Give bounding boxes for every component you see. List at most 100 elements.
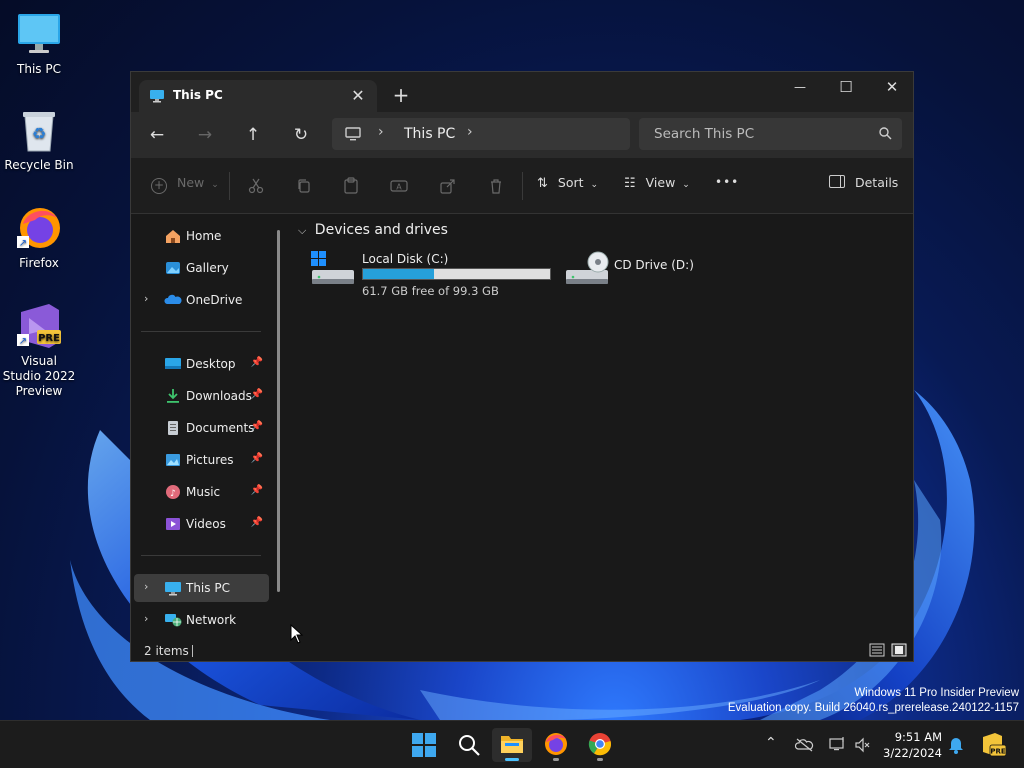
sidebar-scrollbar[interactable] [277, 230, 280, 592]
pin-icon[interactable]: 📌 [251, 389, 263, 400]
system-clock[interactable]: 9:51 AM 3/22/2024 [883, 729, 942, 761]
taskbar-file-explorer[interactable] [492, 728, 532, 762]
sidebar-item-label: Network [186, 613, 237, 627]
sidebar-item-desktop[interactable]: Desktop 📌 [134, 350, 269, 378]
more-options-button[interactable]: ••• [715, 175, 739, 189]
sidebar-item-pictures[interactable]: Pictures 📌 [134, 446, 269, 474]
network-status-icon[interactable] [828, 736, 846, 754]
breadcrumb-this-pc[interactable]: This PC [404, 126, 455, 142]
status-bar: 2 items [131, 638, 913, 661]
desktop-icon-visual-studio[interactable]: PRE ↗ Visual Studio 2022 Preview [1, 302, 77, 399]
drive-local-disk-c[interactable]: Local Disk (C:) 61.7 GB free of 99.3 GB [310, 250, 555, 300]
drive-name: CD Drive (D:) [614, 258, 694, 272]
tab-this-pc[interactable]: This PC ✕ [139, 80, 377, 112]
back-button[interactable]: ← [143, 122, 171, 148]
sidebar-item-music[interactable]: ♪ Music 📌 [134, 478, 269, 506]
command-bar: + New ⌄ A ⇅ Sort ⌄ ☷ View ⌄ ••• Details [131, 158, 913, 214]
up-button[interactable]: ↑ [239, 122, 267, 148]
new-tab-button[interactable]: + [389, 84, 413, 108]
pin-icon[interactable]: 📌 [251, 485, 263, 496]
monitor-icon [150, 90, 164, 103]
copy-icon[interactable] [296, 178, 312, 194]
cd-drive-icon [566, 251, 609, 284]
insider-preview-tray-icon[interactable]: PRE [980, 732, 1007, 758]
search-icon [459, 735, 480, 756]
recycle-bin-icon: ♻ [15, 106, 63, 154]
details-view-icon[interactable] [869, 643, 885, 657]
toolbar-divider [522, 172, 523, 200]
forward-button[interactable]: → [191, 122, 219, 148]
monitor-icon [345, 127, 361, 141]
pictures-icon [166, 454, 180, 466]
refresh-button[interactable]: ↻ [287, 122, 315, 148]
sidebar-item-label: Videos [186, 517, 226, 531]
sidebar-item-downloads[interactable]: Downloads 📌 [134, 382, 269, 410]
desktop-icon-this-pc[interactable]: This PC [1, 10, 77, 77]
sort-button[interactable]: ⇅ Sort ⌄ [537, 175, 598, 191]
maximize-button[interactable]: ☐ [823, 72, 869, 104]
content-pane: ⌵ Devices and drives Local Disk (C:) 61.… [288, 214, 913, 631]
search-taskbar-button[interactable] [448, 728, 488, 762]
close-button[interactable]: ✕ [869, 72, 913, 104]
music-icon: ♪ [166, 485, 180, 499]
chrome-icon [588, 733, 612, 756]
running-indicator [597, 758, 603, 761]
chevron-right-icon[interactable]: › [144, 612, 148, 625]
pin-icon[interactable]: 📌 [251, 357, 263, 368]
sidebar-item-documents[interactable]: Documents 📌 [134, 414, 269, 442]
item-count: 2 items [144, 644, 189, 658]
pin-icon[interactable]: 📌 [251, 453, 263, 464]
sort-icon: ⇅ [537, 176, 548, 191]
taskbar-chrome[interactable] [580, 728, 620, 762]
plus-circle-icon: + [151, 178, 167, 194]
sidebar-item-label: Desktop [186, 357, 236, 371]
sidebar-item-this-pc[interactable]: › This PC [134, 574, 269, 602]
sidebar-item-videos[interactable]: Videos 📌 [134, 510, 269, 538]
drive-cd-drive-d[interactable]: CD Drive (D:) [564, 250, 724, 300]
onedrive-icon [164, 294, 182, 304]
taskbar-firefox[interactable] [536, 728, 576, 762]
search-box[interactable]: Search This PC [639, 118, 902, 150]
sidebar-item-label: Home [186, 229, 222, 243]
tab-close-icon[interactable]: ✕ [347, 85, 369, 107]
notification-bell-icon[interactable] [947, 735, 965, 755]
delete-icon[interactable] [488, 178, 504, 194]
large-icons-view-icon[interactable] [891, 643, 907, 657]
monitor-icon [165, 582, 181, 596]
minimize-button[interactable]: — [777, 72, 823, 104]
desktop-icon-firefox[interactable]: ↗ Firefox [1, 204, 77, 271]
address-bar[interactable]: › This PC › [332, 118, 630, 150]
monitor-icon [15, 10, 63, 58]
drive-free-space: 61.7 GB free of 99.3 GB [362, 284, 499, 298]
search-input[interactable]: Search This PC [654, 126, 754, 142]
drive-usage-fill [363, 269, 434, 279]
folder-icon [501, 736, 523, 753]
pin-icon[interactable]: 📌 [251, 517, 263, 528]
paste-icon[interactable] [343, 177, 359, 194]
rename-icon[interactable]: A [390, 178, 408, 194]
cut-icon[interactable] [248, 178, 264, 194]
details-button[interactable]: Details [829, 175, 898, 190]
desktop-icon-recycle-bin[interactable]: ♻ Recycle Bin [1, 106, 77, 173]
onedrive-offline-icon[interactable] [795, 737, 815, 753]
pre-badge-text: PRE [38, 333, 60, 344]
sidebar-item-onedrive[interactable]: › OneDrive [134, 286, 269, 314]
title-bar[interactable]: This PC ✕ + — ☐ ✕ [131, 72, 913, 112]
start-button[interactable] [404, 728, 444, 762]
group-header-label: Devices and drives [314, 222, 448, 238]
share-icon[interactable] [440, 178, 456, 194]
chevron-right-icon[interactable]: › [467, 124, 473, 140]
show-hidden-icons-chevron-icon[interactable]: ⌃ [765, 735, 777, 751]
gallery-icon [166, 262, 180, 274]
chevron-right-icon[interactable]: › [144, 292, 148, 305]
pin-icon[interactable]: 📌 [251, 421, 263, 432]
chevron-right-icon[interactable]: › [378, 124, 384, 140]
sidebar-item-network[interactable]: › Network [134, 606, 269, 634]
sidebar-item-home[interactable]: Home [134, 222, 269, 250]
new-button[interactable]: + New ⌄ [151, 175, 219, 194]
sidebar-item-gallery[interactable]: Gallery [134, 254, 269, 282]
chevron-right-icon[interactable]: › [144, 580, 148, 593]
group-header-devices[interactable]: ⌵ Devices and drives [298, 222, 448, 238]
volume-muted-icon[interactable] [854, 736, 872, 754]
view-button[interactable]: ☷ View ⌄ [624, 175, 690, 191]
